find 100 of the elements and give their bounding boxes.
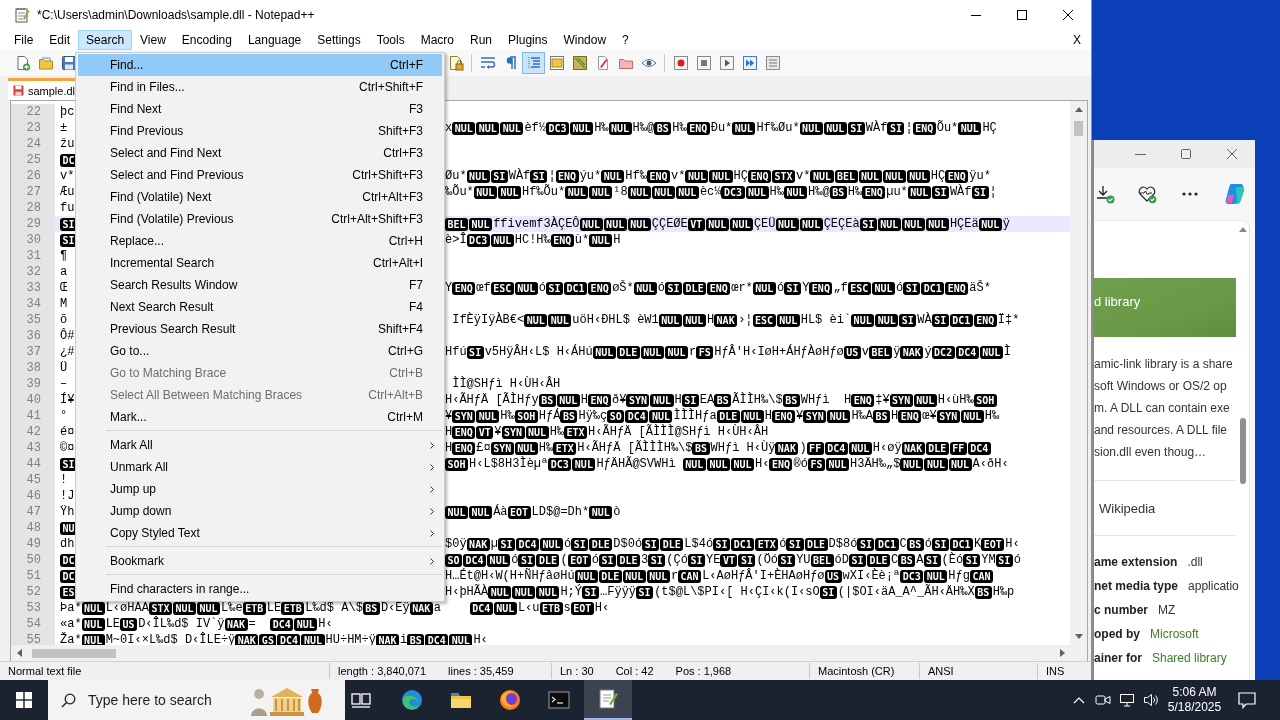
code-text: WÀf	[949, 184, 972, 200]
notepad-taskbar-button[interactable]	[584, 680, 632, 720]
close-icon	[1227, 149, 1237, 159]
code-text: LE	[266, 600, 282, 616]
control-character: ENQ	[452, 281, 476, 295]
control-character: NAK	[714, 313, 738, 327]
more-options-icon[interactable]	[1182, 192, 1198, 196]
menu-bar-item[interactable]: Settings	[309, 30, 369, 50]
source-link[interactable]: Wikipedia	[1099, 500, 1156, 518]
clock[interactable]: 5:06 AM 5/18/2025	[1163, 680, 1226, 720]
code-text: …Fÿÿÿ	[600, 584, 637, 600]
control-character: BEL	[810, 553, 834, 567]
caret-up-icon[interactable]	[1074, 107, 1083, 112]
menu-item[interactable]: Mark All	[78, 434, 442, 456]
menu-item[interactable]: Find... Ctrl+F	[78, 54, 442, 76]
control-character: FF	[949, 441, 967, 455]
download-check-icon[interactable]	[1095, 184, 1115, 204]
menu-item[interactable]: Unmark All	[78, 456, 442, 478]
file-tab[interactable]: sample.dl	[8, 78, 75, 100]
code-text: M	[60, 296, 68, 312]
caret-right-icon[interactable]	[1060, 649, 1065, 657]
menu-item[interactable]: Find (Volatile) Previous Ctrl+Alt+Shift+F3	[78, 208, 442, 230]
control-character: BS	[898, 553, 916, 567]
menu-item[interactable]: Search Results Window F7	[78, 274, 442, 296]
menu-item[interactable]: Mark... Ctrl+M	[78, 406, 442, 428]
menu-item[interactable]: Select and Find Next Ctrl+F3	[78, 142, 442, 164]
menu-bar-item[interactable]: Macro	[412, 30, 462, 50]
menu-item[interactable]: Go to... Ctrl+G	[78, 340, 442, 362]
search-field[interactable]: Type here to search	[48, 680, 345, 720]
banner-caption: d library	[1094, 293, 1141, 311]
menu-bar-item[interactable]: Plugins	[500, 30, 556, 50]
menu-bar-item[interactable]: Window	[555, 30, 615, 50]
control-character: DLE	[660, 537, 684, 551]
caret-up-icon[interactable]	[1238, 227, 1247, 232]
control-character: SYN	[936, 409, 960, 423]
menu-item[interactable]: Replace... Ctrl+H	[78, 230, 442, 252]
caret-left-icon[interactable]	[17, 649, 22, 657]
control-character: NUL	[900, 457, 924, 471]
menu-item[interactable]: Find Previous Shift+F3	[78, 120, 442, 142]
menu-item[interactable]: Find (Volatile) Next Ctrl+Alt+F3	[78, 186, 442, 208]
line-number: 26	[11, 168, 55, 184]
control-character: NUL	[875, 313, 899, 327]
code-text: ý	[924, 344, 932, 360]
code-text: L$4ó	[684, 536, 714, 552]
code-text: Áà	[493, 504, 508, 520]
line-number: 43	[11, 440, 55, 456]
menu-item[interactable]: Next Search Result F4	[78, 296, 442, 318]
scrollbar-thumb[interactable]	[32, 648, 116, 658]
chevron-right-icon	[430, 508, 434, 515]
menu-item[interactable]: Copy Styled Text	[78, 522, 442, 544]
control-character: SYN	[626, 393, 650, 407]
menu-item[interactable]: Jump up	[78, 478, 442, 500]
menu-bar-item[interactable]: Edit	[41, 30, 79, 50]
code-text: ÌÌÌHƒa	[673, 408, 717, 424]
fact-link[interactable]: Shared library	[1152, 651, 1227, 665]
page-lock-icon	[447, 55, 464, 71]
heart-pulse-icon[interactable]	[1137, 184, 1157, 204]
menu-item[interactable]: Bookmark	[78, 550, 442, 572]
menu-bar-item[interactable]: ?	[614, 30, 637, 50]
control-character: BEL	[869, 345, 893, 359]
menu-item[interactable]: Select and Find Previous Ctrl+Shift+F3	[78, 164, 442, 186]
indent-lines-button[interactable]	[522, 52, 545, 74]
control-character: NUL	[488, 585, 512, 599]
fact-link[interactable]: Microsoft	[1150, 627, 1199, 641]
menu-bar-item[interactable]: Run	[462, 30, 501, 50]
code-text: óD	[834, 552, 849, 568]
menu-bar-item[interactable]: Encoding	[173, 30, 240, 50]
control-character: DC4	[469, 601, 493, 615]
menu-bar-item[interactable]: File	[6, 30, 42, 50]
code-text: ÿ	[1002, 216, 1010, 232]
menu-item[interactable]: Previous Search Result Shift+F4	[78, 318, 442, 340]
menu-item[interactable]: Jump down	[78, 500, 442, 522]
control-character: ENQ	[707, 281, 731, 295]
code-text: žu	[60, 136, 75, 152]
control-character: NUL	[709, 169, 733, 183]
scrollbar-thumb[interactable]	[1239, 418, 1246, 484]
fact-label: ainer for	[1094, 651, 1142, 665]
control-character: VT	[687, 217, 705, 231]
menu-bar-item[interactable]: Search	[78, 30, 133, 50]
chevron-right-icon	[430, 486, 434, 493]
caret-down-icon[interactable]	[1074, 634, 1083, 639]
menu-bar-item[interactable]: Tools	[368, 30, 413, 50]
control-character: NUL	[752, 281, 776, 295]
menu-bar-item[interactable]: Language	[239, 30, 310, 50]
close-document-button[interactable]: X	[1065, 30, 1089, 50]
control-character: NUL	[913, 393, 937, 407]
menu-item[interactable]: Find characters in range...	[78, 578, 442, 600]
control-character: NUL	[925, 217, 949, 231]
code-text: fu	[60, 200, 75, 216]
menu-item[interactable]: Find Next F3	[78, 98, 442, 120]
code-text: H…Ét@H‹W(H+ÑHƒâøHú	[445, 568, 575, 584]
code-text: r	[670, 568, 679, 584]
menu-item[interactable]: Incremental Search Ctrl+Alt+I	[78, 252, 442, 274]
control-character: FS	[807, 457, 825, 471]
menu-bar-item[interactable]: View	[132, 30, 174, 50]
control-character: SI	[571, 537, 589, 551]
menu-item[interactable]: Find in Files... Ctrl+Shift+F	[78, 76, 442, 98]
code-text: H	[764, 408, 772, 424]
scrollbar-thumb[interactable]	[1074, 121, 1083, 136]
control-character: NUL	[490, 233, 514, 247]
